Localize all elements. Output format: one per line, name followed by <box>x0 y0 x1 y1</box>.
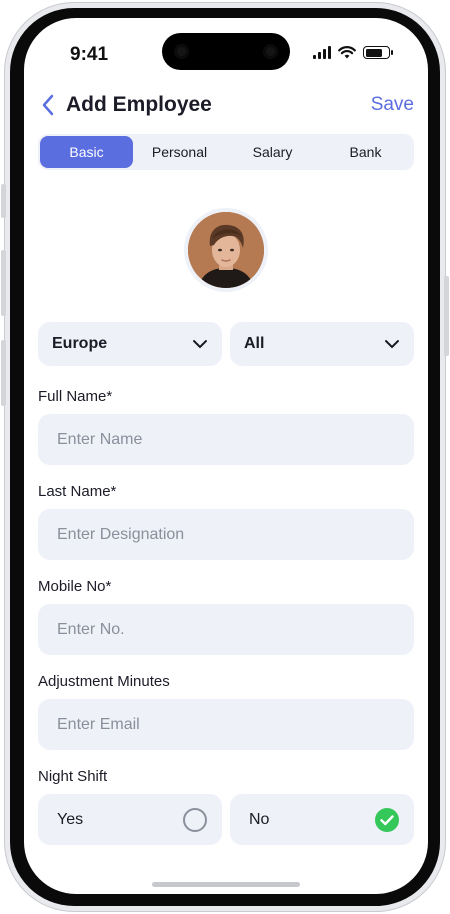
category-dropdown-value: All <box>244 335 265 352</box>
night-shift-no-label: No <box>249 810 270 828</box>
avatar-picker[interactable] <box>184 208 268 292</box>
category-dropdown[interactable]: All <box>230 322 414 366</box>
adjustment-minutes-label: Adjustment Minutes <box>38 673 170 690</box>
screen: 9:41 Add Employee Save Basic Personal Sa… <box>24 18 428 894</box>
full-name-label: Full Name* <box>38 388 113 405</box>
page-title: Add Employee <box>66 93 212 116</box>
sensor-icon <box>174 44 189 59</box>
tab-personal[interactable]: Personal <box>133 136 226 168</box>
tab-basic[interactable]: Basic <box>40 136 133 168</box>
status-time: 9:41 <box>70 44 109 65</box>
avatar-portrait-image <box>188 212 264 288</box>
wifi-icon <box>338 46 356 59</box>
tab-salary[interactable]: Salary <box>226 136 319 168</box>
home-indicator <box>152 882 300 887</box>
night-shift-no-option[interactable]: No <box>230 794 414 845</box>
tab-bar: Basic Personal Salary Bank <box>38 134 414 170</box>
mobile-no-label: Mobile No* <box>38 578 112 595</box>
night-shift-yes-option[interactable]: Yes <box>38 794 222 845</box>
back-button[interactable] <box>38 91 58 119</box>
battery-icon <box>363 46 393 59</box>
avatar <box>188 212 264 288</box>
mobile-no-input[interactable] <box>38 604 414 655</box>
last-name-label: Last Name* <box>38 483 117 500</box>
header: Add Employee Save <box>38 90 414 120</box>
chevron-down-icon <box>193 340 207 348</box>
region-dropdown-value: Europe <box>52 335 108 352</box>
chevron-left-icon <box>42 94 54 116</box>
region-dropdown[interactable]: Europe <box>38 322 222 366</box>
last-name-input[interactable] <box>38 509 414 560</box>
silent-switch <box>1 184 6 218</box>
camera-icon <box>263 44 278 59</box>
volume-down-button <box>1 340 6 406</box>
night-shift-label: Night Shift <box>38 768 108 785</box>
tab-bank[interactable]: Bank <box>319 136 412 168</box>
night-shift-yes-label: Yes <box>57 810 84 828</box>
power-button <box>444 276 449 356</box>
check-circle-icon <box>375 807 399 832</box>
radio-empty-icon <box>183 807 207 832</box>
save-button[interactable]: Save <box>371 94 414 116</box>
volume-up-button <box>1 250 6 316</box>
dynamic-island <box>162 33 290 70</box>
full-name-input[interactable] <box>38 414 414 465</box>
adjustment-minutes-input[interactable] <box>38 699 414 750</box>
signal-icon <box>313 46 331 59</box>
chevron-down-icon <box>385 340 399 348</box>
status-icons <box>313 46 393 59</box>
